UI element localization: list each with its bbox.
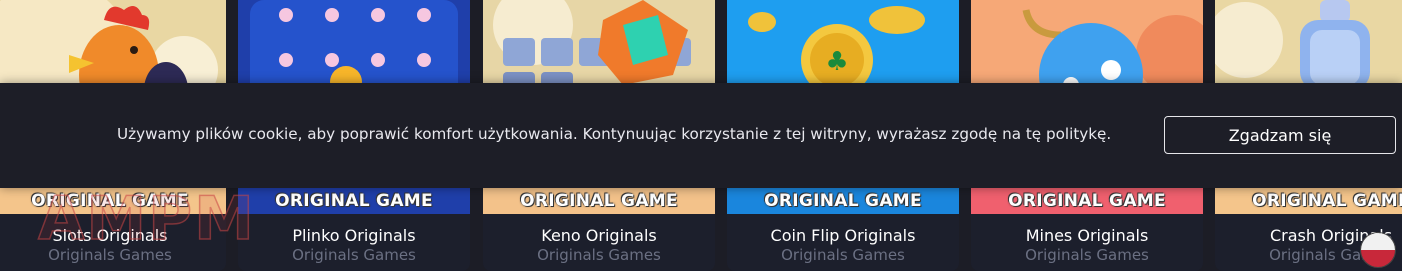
game-card-footer: Plinko Originals Originals Games [238,214,470,271]
language-flag-icon[interactable] [1360,232,1396,268]
game-category: Originals Games [781,246,905,264]
game-title[interactable]: Coin Flip Originals [727,226,959,245]
game-card-footer: Slots Originals Originals Games [0,214,226,271]
original-game-band: ORIGINAL GAME [1215,188,1402,214]
original-game-band: ORIGINAL GAME [0,188,226,214]
cookie-consent-banner: Używamy plików cookie, aby poprawić komf… [0,83,1402,188]
svg-text:♣: ♣ [825,47,848,77]
game-card-footer: Keno Originals Originals Games [483,214,715,271]
game-category: Originals Games [537,246,661,264]
game-card-footer: Mines Originals Originals Games [971,214,1203,271]
game-title[interactable]: Slots Originals [0,226,226,245]
game-category: Originals Games [48,246,172,264]
game-card-footer: Coin Flip Originals Originals Games [727,214,959,271]
game-category: Originals Games [292,246,416,264]
accept-cookies-button[interactable]: Zgadzam się [1164,116,1396,154]
original-game-band: ORIGINAL GAME [727,188,959,214]
game-title[interactable]: Mines Originals [971,226,1203,245]
cookie-message: Używamy plików cookie, aby poprawić komf… [117,125,1112,143]
game-title[interactable]: Plinko Originals [238,226,470,245]
original-game-band: ORIGINAL GAME [971,188,1203,214]
original-game-band: ORIGINAL GAME [483,188,715,214]
original-game-band: ORIGINAL GAME [238,188,470,214]
game-category: Originals Games [1025,246,1149,264]
game-title[interactable]: Keno Originals [483,226,715,245]
